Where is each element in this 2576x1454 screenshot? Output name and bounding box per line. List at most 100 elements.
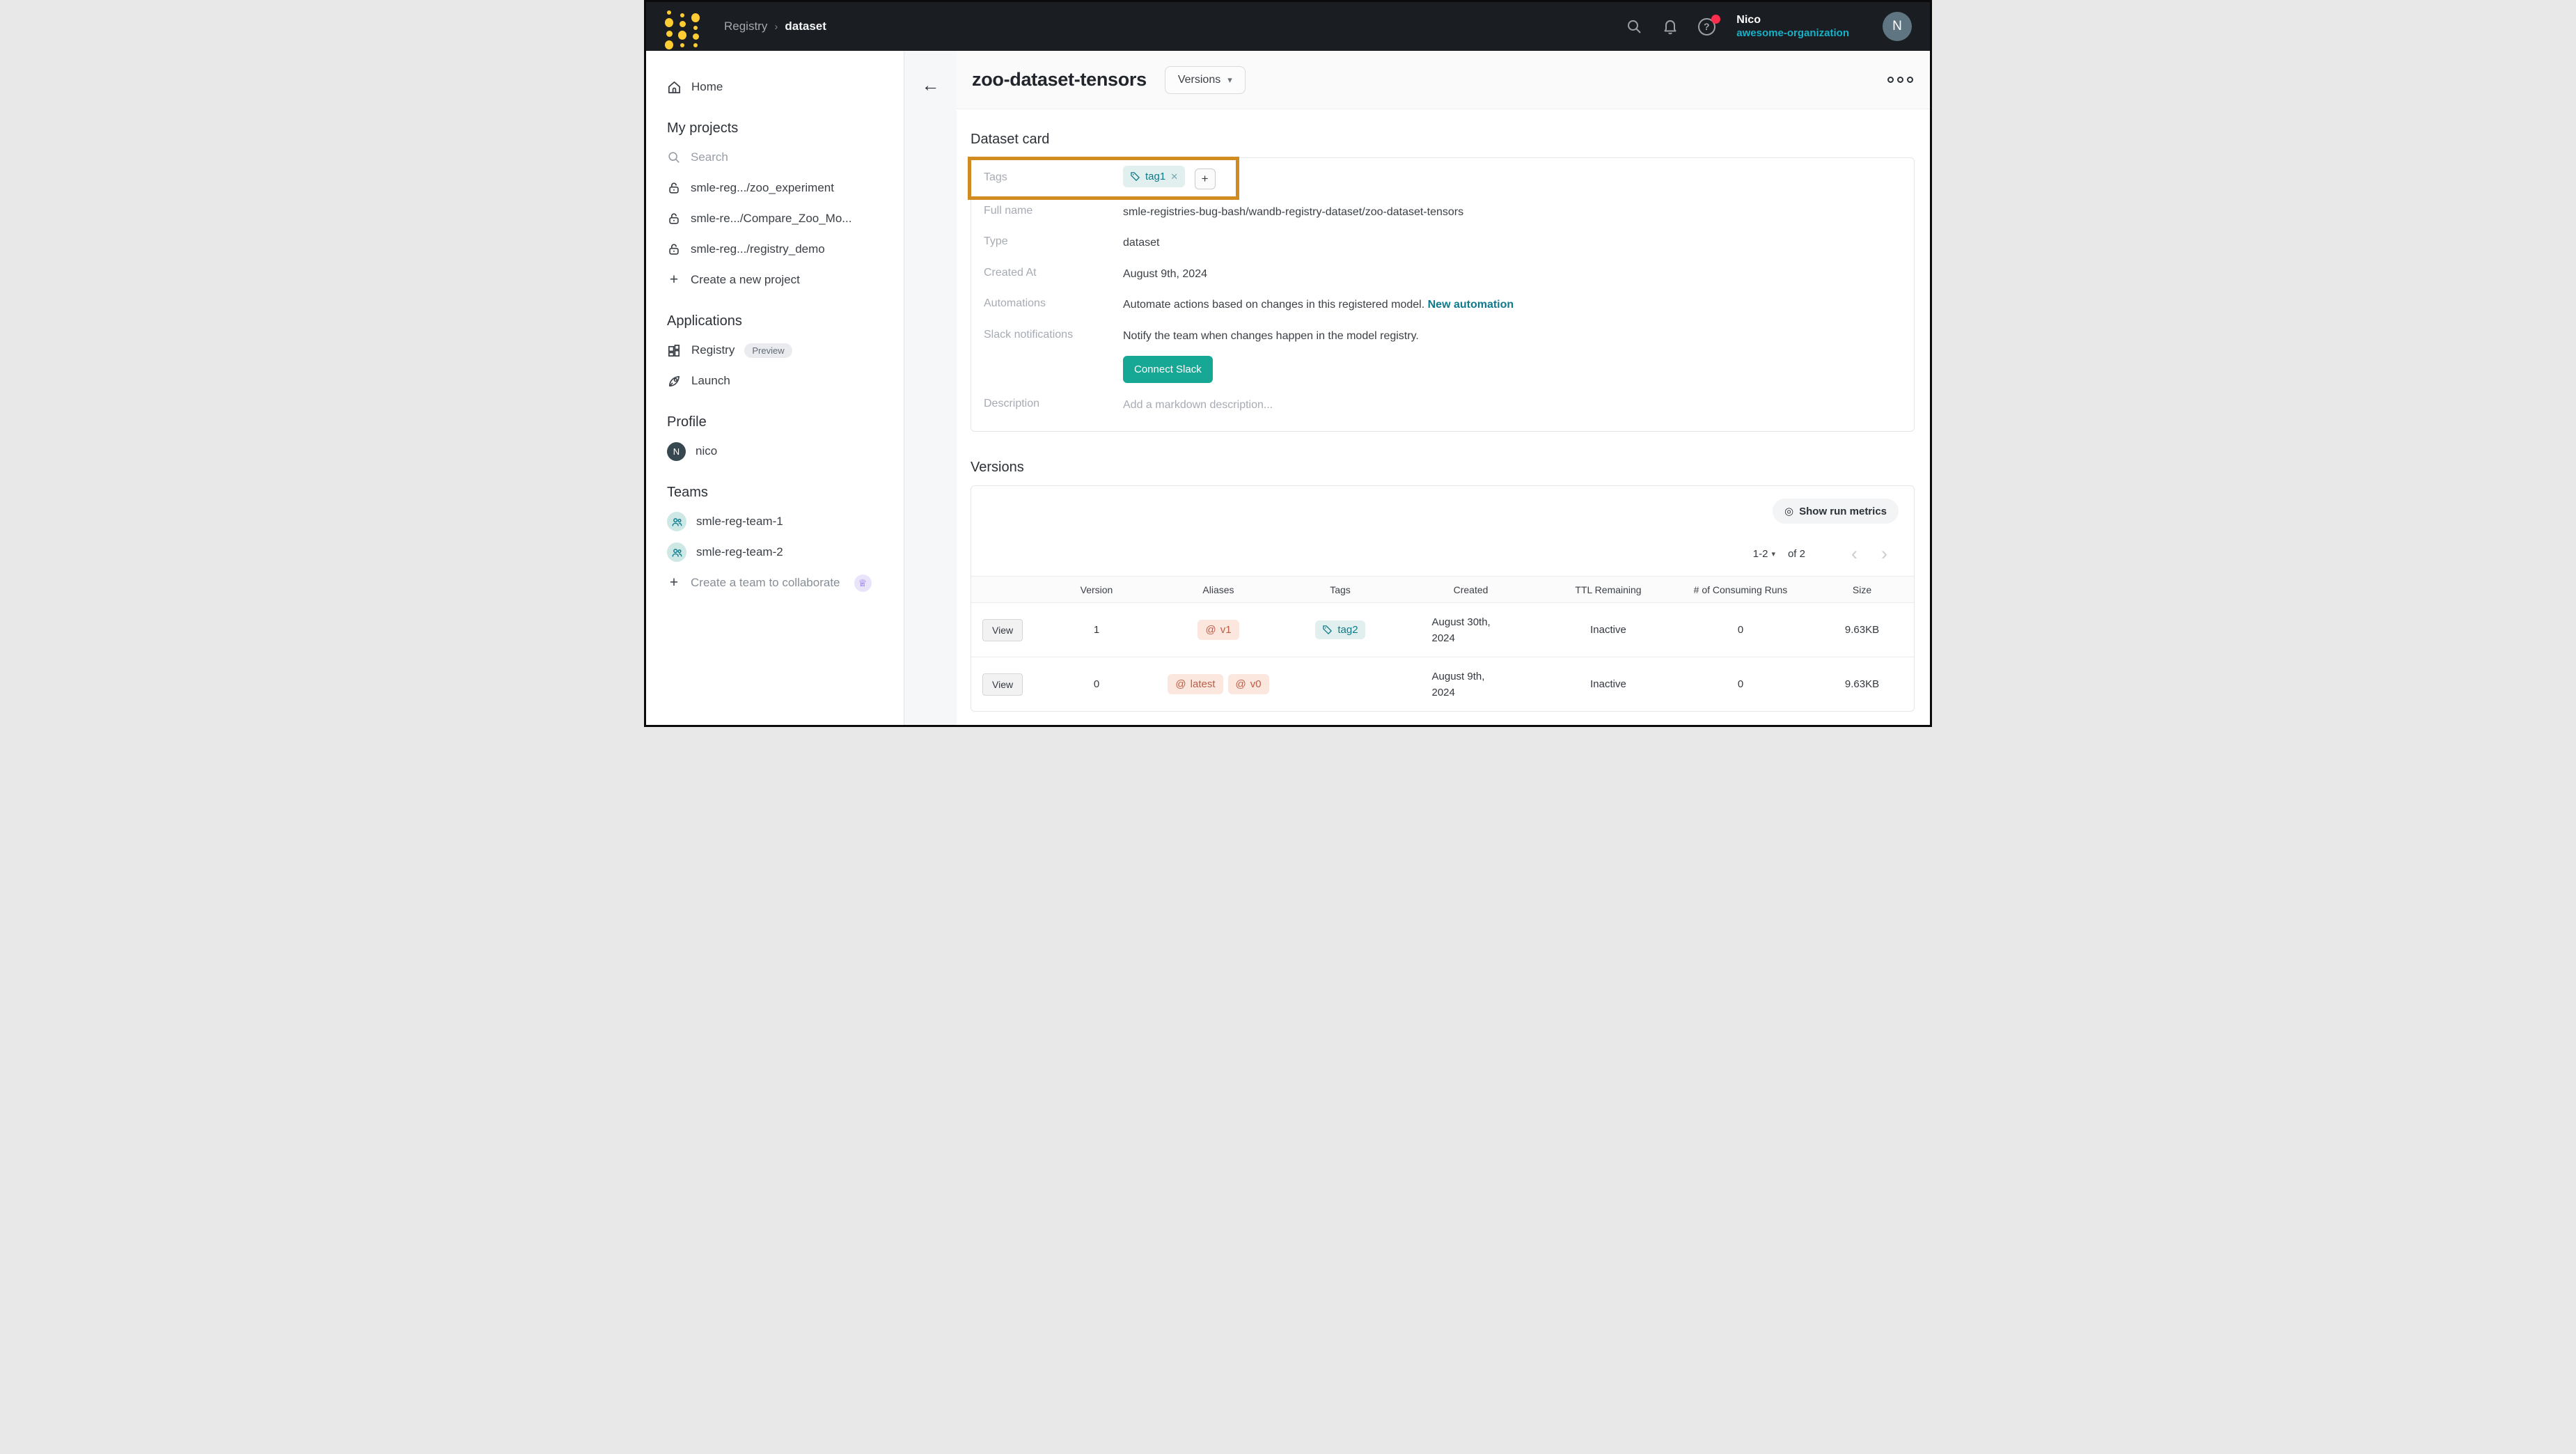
user-menu[interactable]: Nico awesome-organization	[1736, 13, 1849, 40]
search-icon[interactable]	[1625, 17, 1643, 36]
alias-chip[interactable]: @ latest	[1168, 674, 1223, 694]
sidebar-item-registry[interactable]: Registry Preview	[667, 335, 904, 366]
tags-label: Tags	[984, 171, 1123, 184]
tag-chip[interactable]: tag1 ✕	[1123, 166, 1185, 187]
breadcrumb-separator-icon: ›	[774, 21, 778, 33]
content-header: zoo-dataset-tensors Versions ▾	[957, 51, 1930, 109]
create-new-project-button[interactable]: + Create a new project	[667, 265, 904, 295]
versions-dropdown-button[interactable]: Versions ▾	[1165, 66, 1246, 94]
type-label: Type	[984, 235, 1123, 248]
col-size: Size	[1810, 584, 1914, 595]
show-run-metrics-label: Show run metrics	[1799, 506, 1887, 517]
dataset-card-heading: Dataset card	[971, 132, 1915, 148]
create-team-label: Create a team to collaborate	[691, 576, 840, 590]
table-row: View 0 @ latest @ v0	[971, 657, 1914, 711]
sidebar-search[interactable]: Search	[667, 142, 904, 173]
my-projects-heading: My projects	[667, 120, 904, 136]
created-cell: August 30th, 2024	[1432, 614, 1510, 647]
team-icon	[667, 512, 686, 531]
consuming-runs-cell: 0	[1671, 624, 1810, 636]
chevron-down-icon: ▾	[1227, 75, 1232, 86]
versions-button-label: Versions	[1178, 74, 1220, 86]
pagination-total: of 2	[1788, 548, 1805, 560]
version-cell: 1	[1041, 624, 1152, 636]
automations-row: Automations Automate actions based on ch…	[971, 290, 1914, 320]
alias-chip[interactable]: @ v1	[1197, 620, 1239, 640]
consuming-runs-cell: 0	[1671, 678, 1810, 690]
type-row: Type dataset	[971, 228, 1914, 258]
col-aliases: Aliases	[1152, 584, 1285, 595]
alias-chip[interactable]: @ v0	[1228, 674, 1269, 694]
create-team-button[interactable]: + Create a team to collaborate ♕	[667, 568, 904, 598]
breadcrumb-dataset[interactable]: dataset	[785, 19, 826, 33]
alias-label: v1	[1220, 624, 1232, 636]
previous-page-button[interactable]: ‹	[1843, 545, 1866, 563]
eye-icon: ◎	[1784, 505, 1793, 517]
crown-icon: ♕	[854, 574, 872, 592]
sidebar-project-registry-demo[interactable]: smle-reg.../registry_demo	[667, 234, 904, 265]
next-page-button[interactable]: ›	[1873, 545, 1896, 563]
sidebar-project-zoo-experiment[interactable]: smle-reg.../zoo_experiment	[667, 173, 904, 203]
plus-icon: +	[667, 272, 681, 288]
sidebar-home-label: Home	[691, 80, 723, 94]
view-button[interactable]: View	[982, 619, 1023, 641]
view-button[interactable]: View	[982, 673, 1023, 696]
chevron-down-icon: ▾	[1771, 549, 1775, 558]
show-run-metrics-button[interactable]: ◎ Show run metrics	[1773, 499, 1899, 524]
launch-label: Launch	[691, 374, 730, 388]
sidebar-item-launch[interactable]: Launch	[667, 366, 904, 396]
applications-heading: Applications	[667, 313, 904, 329]
table-header-row: Version Aliases Tags Created TTL Remaini…	[971, 576, 1914, 602]
connect-slack-button[interactable]: Connect Slack	[1123, 356, 1213, 383]
version-cell: 0	[1041, 678, 1152, 690]
overflow-menu-button[interactable]	[1887, 77, 1913, 83]
notifications-bell-icon[interactable]	[1661, 17, 1679, 36]
col-created: Created	[1396, 584, 1546, 595]
wandb-logo-icon[interactable]	[664, 10, 700, 42]
ttl-cell: Inactive	[1546, 624, 1671, 636]
profile-heading: Profile	[667, 414, 904, 430]
col-ttl: TTL Remaining	[1546, 584, 1671, 595]
create-project-label: Create a new project	[691, 273, 800, 287]
sidebar-team-2[interactable]: smle-reg-team-2	[667, 537, 904, 568]
created-cell: August 9th, 2024	[1432, 669, 1510, 701]
sidebar-item-home[interactable]: Home	[667, 72, 904, 102]
home-icon	[667, 80, 682, 95]
add-tag-button[interactable]: +	[1195, 169, 1216, 189]
tag-chip[interactable]: tag2	[1315, 620, 1365, 639]
sidebar-project-compare-zoo[interactable]: smle-re.../Compare_Zoo_Mo...	[667, 203, 904, 234]
full-name-value: smle-registries-bug-bash/wandb-registry-…	[1123, 205, 1463, 220]
sidebar-profile-nico[interactable]: N nico	[667, 436, 904, 467]
breadcrumb-registry[interactable]: Registry	[724, 19, 767, 33]
automations-text: Automate actions based on changes in thi…	[1123, 299, 1424, 311]
type-value: dataset	[1123, 235, 1159, 251]
rocket-icon	[667, 374, 682, 389]
avatar[interactable]: N	[1883, 12, 1912, 41]
full-name-row: Full name smle-registries-bug-bash/wandb…	[971, 197, 1914, 228]
description-label: Description	[984, 398, 1123, 410]
new-automation-link[interactable]: New automation	[1428, 299, 1514, 311]
back-button[interactable]: ←	[922, 75, 940, 96]
sidebar-search-placeholder: Search	[691, 150, 728, 164]
page-title: zoo-dataset-tensors	[972, 69, 1147, 91]
sidebar: Home My projects Search smle-reg.../zoo_…	[646, 51, 904, 727]
col-consuming-runs: # of Consuming Runs	[1671, 584, 1810, 595]
slack-notifications-text: Notify the team when changes happen in t…	[1123, 329, 1419, 344]
teams-heading: Teams	[667, 485, 904, 501]
lock-icon	[667, 181, 681, 195]
created-at-label: Created At	[984, 267, 1123, 279]
sidebar-team-1[interactable]: smle-reg-team-1	[667, 506, 904, 537]
pagination-range: 1-2	[1753, 548, 1768, 560]
versions-heading: Versions	[971, 460, 1915, 476]
help-icon[interactable]: ?	[1697, 17, 1715, 36]
slack-notifications-row: Slack notifications Notify the team when…	[971, 321, 1914, 352]
remove-tag-icon[interactable]: ✕	[1170, 171, 1178, 183]
alias-label: latest	[1191, 678, 1216, 690]
pagination-range-dropdown[interactable]: 1-2 ▾	[1753, 548, 1775, 560]
description-placeholder[interactable]: Add a markdown description...	[1123, 398, 1273, 413]
registry-grid-icon	[667, 343, 682, 358]
top-navbar: Registry › dataset ? Nico awesome-orga	[646, 2, 1930, 51]
tags-row: Tags tag1 ✕ +	[971, 158, 1914, 197]
project-label: smle-re.../Compare_Zoo_Mo...	[691, 212, 851, 226]
at-icon: @	[1205, 624, 1216, 636]
